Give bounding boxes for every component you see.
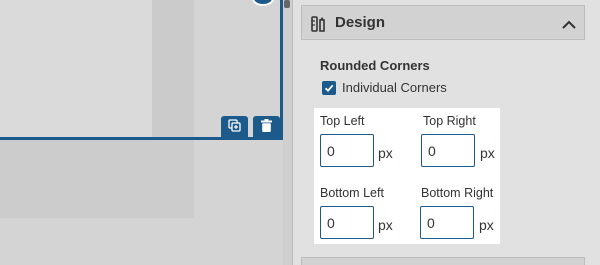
top-right-input[interactable] bbox=[421, 134, 475, 167]
top-left-input[interactable] bbox=[320, 134, 374, 167]
individual-corners-label[interactable]: Individual Corners bbox=[342, 80, 447, 95]
rounded-corners-heading: Rounded Corners bbox=[320, 58, 430, 73]
top-right-label: Top Right bbox=[423, 114, 476, 128]
top-left-label: Top Left bbox=[320, 114, 365, 128]
design-section-header[interactable]: Design bbox=[301, 5, 585, 40]
bottom-right-input[interactable] bbox=[420, 206, 474, 239]
design-panel: Design Rounded Corners Individual Corner… bbox=[292, 0, 600, 265]
bottom-left-unit: px bbox=[378, 217, 393, 233]
section-title: Design bbox=[335, 14, 386, 31]
duplicate-icon bbox=[228, 118, 241, 137]
bottom-left-input[interactable] bbox=[320, 206, 374, 239]
bottom-left-label: Bottom Left bbox=[320, 186, 384, 200]
scrollbar-thumb[interactable] bbox=[284, 0, 290, 8]
delete-button[interactable] bbox=[253, 116, 280, 139]
duplicate-button[interactable] bbox=[221, 116, 248, 139]
canvas-scrollbar[interactable] bbox=[283, 0, 292, 265]
bottom-right-label: Bottom Right bbox=[421, 186, 494, 200]
next-section-header[interactable] bbox=[301, 257, 585, 265]
top-left-unit: px bbox=[378, 145, 393, 161]
design-icon bbox=[311, 16, 325, 37]
top-right-unit: px bbox=[480, 145, 495, 161]
corner-radius-group: Top Left px Top Right px Bottom Left px … bbox=[314, 108, 500, 244]
canvas-block bbox=[0, 0, 152, 140]
bottom-right-unit: px bbox=[479, 217, 494, 233]
individual-corners-checkbox[interactable] bbox=[322, 81, 336, 95]
trash-icon bbox=[261, 118, 272, 137]
canvas-block-lower bbox=[0, 140, 194, 218]
chevron-up-icon[interactable] bbox=[562, 17, 576, 35]
